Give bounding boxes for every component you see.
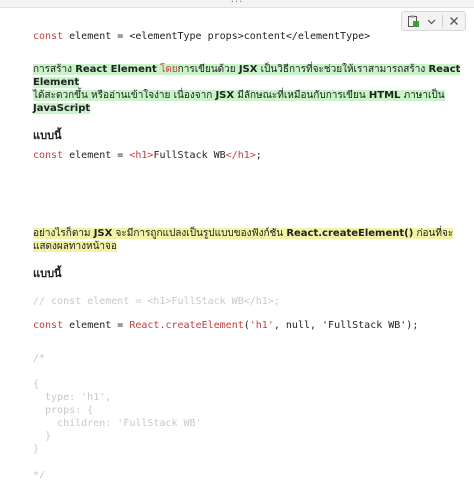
comment-line: } — [33, 431, 52, 442]
comment-line: } — [33, 444, 40, 455]
code-line-element-type: const element = <elementType props>conte… — [33, 30, 370, 43]
code-comment-jsx: // const element = <h1>FullStack WB</h1>… — [33, 296, 280, 307]
comment-line: type: 'h1', — [33, 392, 112, 403]
comment-line: { — [33, 379, 40, 390]
more-dots[interactable]: ... — [0, 0, 474, 5]
paragraph-jsx-transform: อย่างไรก็ตาม JSX จะมีการถูกแปลงเป็นรูปแบ… — [33, 228, 454, 252]
code-line-jsx: const element = <h1>FullStack WB</h1>; — [33, 150, 262, 161]
paste-format-icon[interactable] — [406, 14, 420, 28]
code-comment-block: /* { type: 'h1', props: { children: 'Ful… — [33, 352, 202, 482]
code-text: element = <elementType props>content</el… — [63, 31, 371, 42]
code-line-create-element: const element = React.createElement('h1'… — [33, 320, 419, 331]
paragraph-jsx-intro: การสร้าง React Element โดยการเขียนด้วย J… — [33, 64, 461, 114]
toolbar-divider — [442, 15, 443, 27]
comment-line: /* — [33, 353, 46, 364]
window-title-bar: ... — [0, 0, 474, 8]
chevron-down-icon[interactable] — [424, 14, 438, 28]
heading-like-this-1: แบบนี้ — [33, 129, 62, 142]
comment-line: props: { — [33, 405, 94, 416]
keyword-const: const — [33, 31, 64, 42]
comment-line: */ — [33, 470, 46, 481]
comment-line — [33, 365, 202, 378]
heading-like-this-2: แบบนี้ — [33, 267, 62, 280]
close-icon[interactable] — [447, 14, 461, 28]
paste-toolbar — [401, 11, 466, 31]
comment-line — [33, 456, 202, 469]
comment-line: children: 'FullStack WB' — [33, 418, 202, 429]
